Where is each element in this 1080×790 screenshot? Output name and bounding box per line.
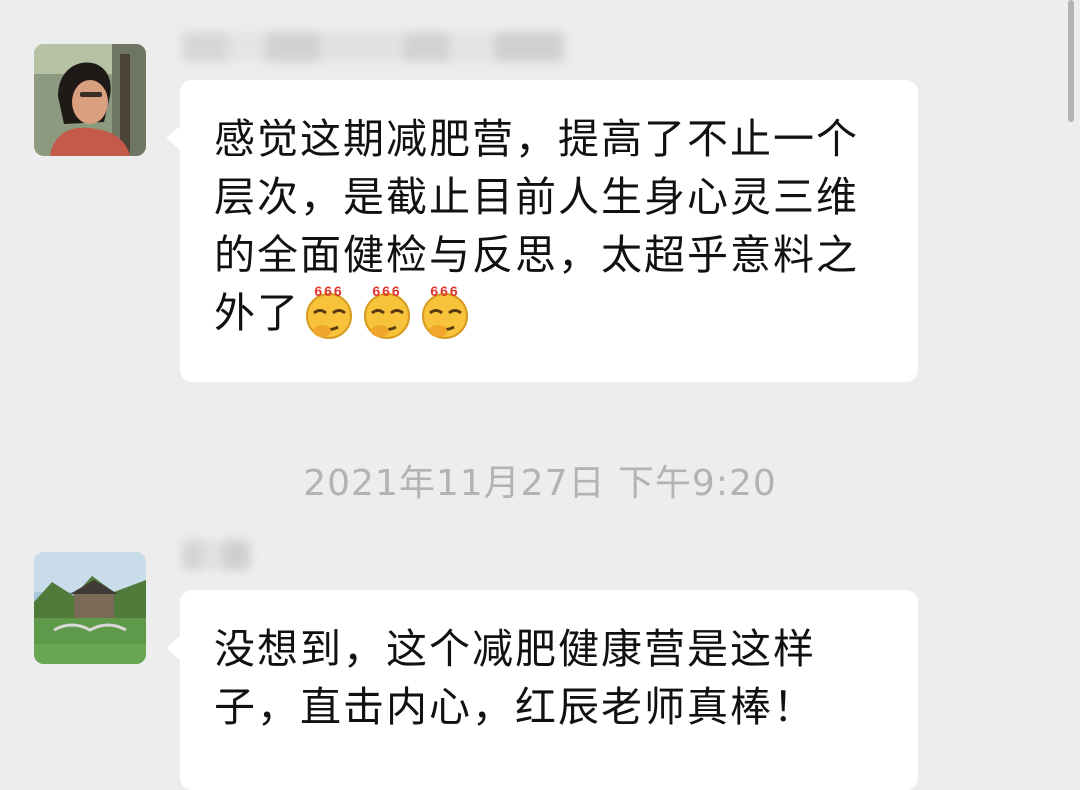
message-timestamp: 2021年11月27日 下午9:20	[303, 463, 777, 504]
sender-avatar[interactable]	[34, 44, 146, 156]
svg-text:666: 666	[314, 283, 343, 299]
666-emoji-icon: 666	[358, 283, 416, 341]
svg-text:666: 666	[372, 283, 401, 299]
666-emoji-icon: 666	[300, 283, 358, 341]
avatar-woman-photo-icon	[34, 44, 146, 156]
sender-avatar[interactable]	[34, 552, 146, 664]
666-emoji-icon: 666	[416, 283, 474, 341]
message-text: 没想到，这个减肥健康营是这样子，直击内心，红辰老师真棒！	[214, 625, 816, 731]
svg-text:666: 666	[430, 283, 459, 299]
chat-window: 感觉这期减肥营，提高了不止一个层次，是截止目前人生身心灵三维的全面健检与反思，太…	[0, 0, 1080, 790]
message-bubble[interactable]: 感觉这期减肥营，提高了不止一个层次，是截止目前人生身心灵三维的全面健检与反思，太…	[166, 80, 918, 382]
sender-name-redacted	[182, 32, 564, 62]
sender-name-redacted	[182, 540, 250, 570]
scrollbar[interactable]	[1068, 0, 1074, 122]
message-bubble[interactable]: 没想到，这个减肥健康营是这样子，直击内心，红辰老师真棒！	[166, 590, 918, 790]
avatar-landscape-photo-icon	[34, 552, 146, 664]
